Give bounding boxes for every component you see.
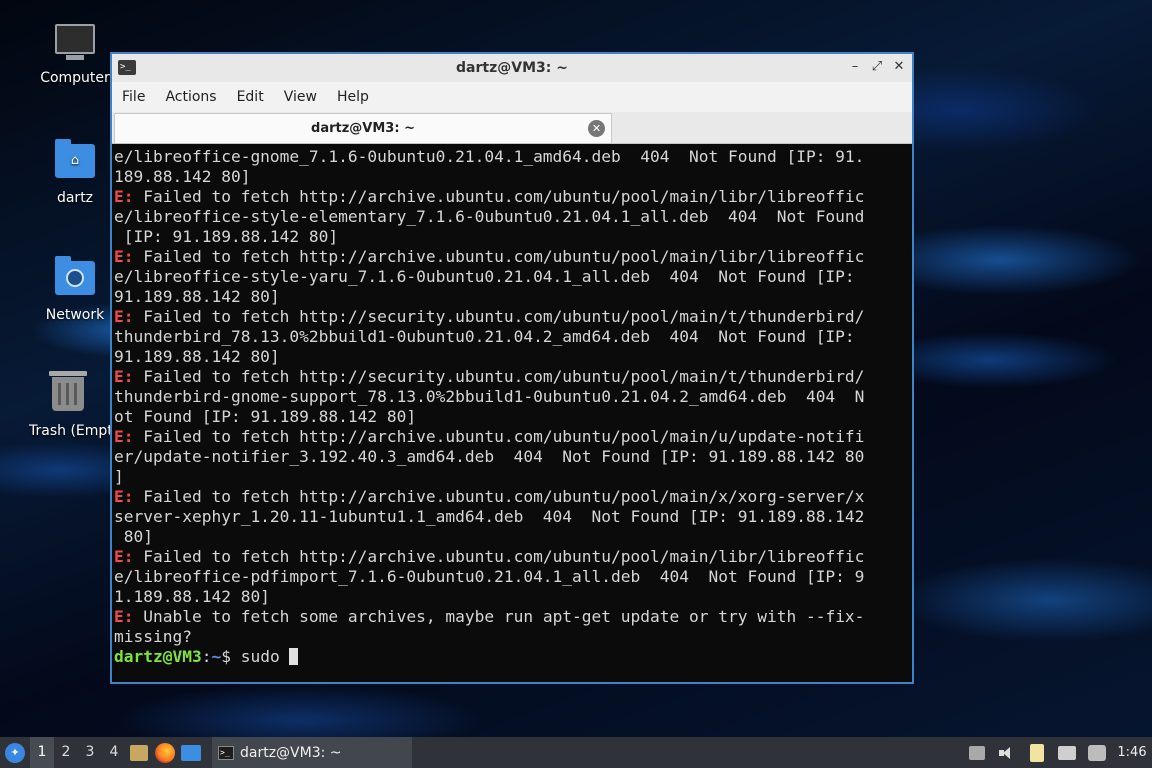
workspace-1[interactable]: 1: [30, 737, 54, 768]
window-titlebar[interactable]: >_ dartz@VM3: ~ – ⤢ ✕: [112, 54, 912, 82]
task-title: dartz@VM3: ~: [240, 744, 342, 761]
terminal-line: e/libreoffice-style-elementary_7.1.6-0ub…: [114, 207, 865, 226]
terminal-line: ot Found [IP: 91.189.88.142 80]: [114, 407, 417, 426]
terminal-line: E: Failed to fetch http://security.ubunt…: [114, 367, 865, 386]
terminal-line: 91.189.88.142 80]: [114, 347, 280, 366]
volume-icon: [999, 746, 1015, 760]
terminal-output[interactable]: e/libreoffice-gnome_7.1.6-0ubuntu0.21.04…: [114, 146, 912, 682]
prompt-path: ~: [211, 647, 222, 666]
terminal-window: >_ dartz@VM3: ~ – ⤢ ✕ File Actions Edit …: [110, 52, 914, 684]
system-tray: 1:46: [962, 737, 1152, 768]
home-folder-icon: ⌂: [54, 139, 96, 184]
start-menu-button[interactable]: ✦: [0, 737, 30, 768]
terminal-line: E: Failed to fetch http://archive.ubuntu…: [114, 487, 865, 506]
tray-network[interactable]: [1052, 737, 1082, 768]
maximize-button[interactable]: ⤢: [868, 58, 886, 76]
file-manager-launcher[interactable]: [126, 737, 152, 768]
trash-icon: [47, 371, 89, 417]
terminal-line: 1.189.88.142 80]: [114, 587, 270, 606]
terminal-line: e/libreoffice-style-yaru_7.1.6-0ubuntu0.…: [114, 267, 855, 286]
clipboard-icon: [1030, 743, 1044, 762]
prompt-user: dartz@VM3: [114, 647, 202, 666]
show-desktop-icon: [181, 744, 201, 761]
start-menu-icon: ✦: [5, 742, 25, 763]
computer-icon: [54, 24, 96, 64]
prompt-command: sudo: [230, 647, 290, 666]
workspace-4[interactable]: 4: [102, 737, 126, 768]
network-folder-icon: [54, 256, 96, 301]
tab-title: dartz@VM3: ~: [311, 121, 415, 136]
workspace-2[interactable]: 2: [54, 737, 78, 768]
firefox-icon: [155, 742, 175, 763]
terminal-prompt[interactable]: dartz@VM3:~$ sudo: [114, 647, 912, 667]
terminal-line: er/update-notifier_3.192.40.3_amd64.deb …: [114, 447, 865, 466]
tray-notification[interactable]: [1082, 737, 1112, 768]
clock[interactable]: 1:46: [1112, 745, 1152, 760]
tray-volume[interactable]: [992, 737, 1022, 768]
firefox-launcher[interactable]: [152, 737, 178, 768]
terminal-line: E: Unable to fetch some archives, maybe …: [114, 607, 865, 626]
terminal-line: 189.88.142 80]: [114, 167, 251, 186]
terminal-line: E: Failed to fetch http://archive.ubuntu…: [114, 427, 865, 446]
minimize-button[interactable]: –: [846, 58, 864, 76]
terminal-line: e/libreoffice-pdfimport_7.1.6-0ubuntu0.2…: [114, 567, 865, 586]
menu-bar: File Actions Edit View Help: [112, 82, 912, 112]
terminal-line: ]: [114, 467, 124, 486]
terminal-line: E: Failed to fetch http://archive.ubuntu…: [114, 247, 865, 266]
menu-file[interactable]: File: [122, 89, 145, 105]
terminal-line: 80]: [114, 527, 153, 546]
terminal-line: E: Failed to fetch http://security.ubunt…: [114, 307, 865, 326]
terminal-line: e/libreoffice-gnome_7.1.6-0ubuntu0.21.04…: [114, 147, 865, 166]
terminal-task-icon: >_: [218, 745, 234, 760]
tray-window[interactable]: [962, 737, 992, 768]
file-manager-icon: [130, 744, 148, 761]
notification-icon: [1088, 744, 1106, 761]
tab-close-icon[interactable]: ✕: [588, 120, 605, 137]
terminal-line: [IP: 91.189.88.142 80]: [114, 227, 339, 246]
network-icon: [1058, 745, 1076, 760]
menu-edit[interactable]: Edit: [237, 89, 264, 105]
tray-clipboard[interactable]: [1022, 737, 1052, 768]
tab-bar: dartz@VM3: ~ ✕: [112, 112, 912, 144]
taskbar: ✦ 1 2 3 4 >_ dartz@VM3: ~ 1:46: [0, 737, 1152, 768]
terminal-line: thunderbird-gnome-support_78.13.0%2bbuil…: [114, 387, 865, 406]
prompt-symbol: $: [221, 647, 231, 666]
terminal-line: E: Failed to fetch http://archive.ubuntu…: [114, 547, 865, 566]
taskbar-task-terminal[interactable]: >_ dartz@VM3: ~: [212, 737, 412, 768]
workspace-3[interactable]: 3: [78, 737, 102, 768]
menu-view[interactable]: View: [284, 89, 317, 105]
prompt-separator: :: [201, 647, 212, 666]
terminal-app-icon[interactable]: >_: [118, 60, 136, 75]
menu-actions[interactable]: Actions: [165, 89, 216, 105]
terminal-line: missing?: [114, 627, 192, 646]
close-button[interactable]: ✕: [890, 58, 908, 76]
menu-help[interactable]: Help: [337, 89, 369, 105]
terminal-tab[interactable]: dartz@VM3: ~ ✕: [114, 113, 612, 143]
desktop-icon-label: Trash (Empty): [29, 423, 111, 439]
terminal-line: 91.189.88.142 80]: [114, 287, 280, 306]
terminal-line: server-xephyr_1.20.11-1ubuntu1.1_amd64.d…: [114, 507, 865, 526]
window-icon: [969, 745, 985, 760]
terminal-line: thunderbird_78.13.0%2bbuild1-0ubuntu0.21…: [114, 327, 855, 346]
terminal-line: E: Failed to fetch http://archive.ubuntu…: [114, 187, 865, 206]
window-title: dartz@VM3: ~: [456, 60, 568, 76]
desktop-icon-trash[interactable]: Trash (Empty): [25, 371, 111, 439]
show-desktop-launcher[interactable]: [178, 737, 204, 768]
text-cursor: [289, 648, 299, 665]
